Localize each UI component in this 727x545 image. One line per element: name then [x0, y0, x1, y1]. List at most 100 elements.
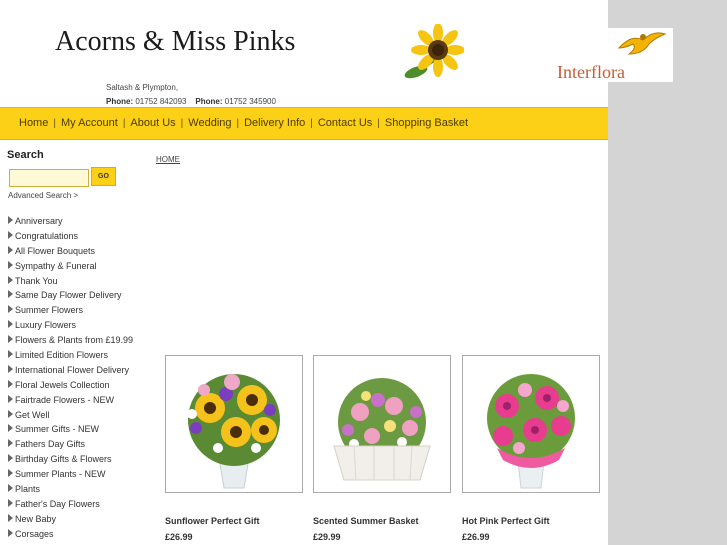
- arrow-right-icon: [8, 335, 13, 344]
- product-name[interactable]: Sunflower Perfect Gift: [165, 516, 303, 526]
- category-item[interactable]: Thank You: [8, 274, 133, 289]
- category-label: Thank You: [15, 275, 58, 286]
- category-label: Same Day Flower Delivery: [15, 290, 122, 301]
- category-item[interactable]: Same Day Flower Delivery: [8, 288, 133, 303]
- nav-separator: |: [180, 118, 184, 129]
- category-label: Birthday Gifts & Flowers: [15, 454, 112, 465]
- arrow-right-icon: [8, 305, 13, 314]
- category-item[interactable]: Anniversary: [8, 214, 133, 229]
- phone-label-2: Phone:: [195, 97, 223, 106]
- nav-contact-us[interactable]: Contact Us: [318, 117, 372, 129]
- category-label: Father's Day Flowers: [15, 498, 100, 509]
- category-label: Summer Flowers: [15, 305, 84, 316]
- product-image[interactable]: [462, 355, 600, 493]
- nav-about-us[interactable]: About Us: [130, 117, 175, 129]
- arrow-right-icon: [8, 409, 13, 418]
- nav-my-account[interactable]: My Account: [61, 117, 118, 129]
- category-item[interactable]: Get Well: [8, 408, 133, 423]
- product-image[interactable]: [313, 355, 451, 493]
- category-item[interactable]: Corsages: [8, 527, 133, 542]
- category-item[interactable]: Summer Flowers: [8, 303, 133, 318]
- nav-separator: |: [236, 118, 240, 129]
- category-item[interactable]: Flowers & Plants from £19.99: [8, 333, 133, 348]
- product-card: Scented Summer Basket £29.99: [313, 355, 451, 542]
- contact-info: Saltash & Plympton, Phone: 01752 842093 …: [106, 81, 276, 109]
- arrow-right-icon: [8, 245, 13, 254]
- arrow-right-icon: [8, 498, 13, 507]
- advanced-search-link[interactable]: Advanced Search >: [8, 191, 78, 200]
- category-item[interactable]: Summer Plants - NEW: [8, 467, 133, 482]
- breadcrumb-home[interactable]: HOME: [156, 155, 180, 164]
- category-item[interactable]: Floral Jewels Collection: [8, 378, 133, 393]
- sunflower-bouquet-image: [166, 356, 302, 492]
- nav-separator: |: [53, 118, 56, 129]
- category-label: Get Well: [15, 409, 50, 420]
- arrow-right-icon: [8, 364, 13, 373]
- category-item[interactable]: Father's Day Flowers: [8, 497, 133, 512]
- arrow-right-icon: [8, 528, 13, 537]
- category-item[interactable]: International Flower Delivery: [8, 363, 133, 378]
- arrow-right-icon: [8, 469, 13, 478]
- search-input[interactable]: [9, 169, 89, 187]
- category-item[interactable]: Fairtrade Flowers - NEW: [8, 393, 133, 408]
- product-price: £26.99: [165, 532, 193, 542]
- category-item[interactable]: All Flower Bouquets: [8, 244, 133, 259]
- interflora-logo[interactable]: Interflora: [555, 28, 673, 82]
- category-item[interactable]: Summer Gifts - NEW: [8, 422, 133, 437]
- phone-label-1: Phone:: [106, 97, 134, 106]
- category-label: Anniversary: [15, 216, 63, 226]
- search-heading: Search: [7, 149, 44, 161]
- category-label: Summer Plants - NEW: [15, 469, 106, 480]
- product-card: Hot Pink Perfect Gift £26.99: [462, 355, 600, 542]
- category-label: Flowers & Plants from £19.99: [15, 335, 134, 346]
- category-item[interactable]: Luxury Flowers: [8, 318, 133, 333]
- category-item[interactable]: Birthday Gifts & Flowers: [8, 452, 133, 467]
- arrow-right-icon: [8, 275, 13, 284]
- locations-text: Saltash & Plympton,: [106, 83, 179, 92]
- category-item[interactable]: Plants: [8, 482, 133, 497]
- category-item[interactable]: Congratulations: [8, 229, 133, 244]
- category-label: Congratulations: [15, 230, 79, 241]
- arrow-right-icon: [8, 230, 13, 239]
- product-image[interactable]: [165, 355, 303, 493]
- search-go-button[interactable]: GO: [91, 167, 116, 186]
- main-nav: Home | My Account | About Us | Wedding | Deliver…: [0, 107, 608, 140]
- category-item[interactable]: Limited Edition Flowers: [8, 348, 133, 363]
- arrow-right-icon: [8, 260, 13, 269]
- category-label: Floral Jewels Collection: [15, 379, 110, 390]
- category-item[interactable]: Fathers Day Gifts: [8, 437, 133, 452]
- product-price: £29.99: [313, 532, 341, 542]
- nav-shopping-basket[interactable]: Shopping Basket: [385, 117, 468, 129]
- nav-separator: |: [377, 118, 380, 129]
- arrow-right-icon: [8, 484, 13, 493]
- category-list: Anniversary Congratulations All Flower B…: [8, 214, 133, 542]
- category-label: Sympathy & Funeral: [15, 260, 97, 271]
- summer-basket-image: [314, 356, 450, 492]
- category-label: Limited Edition Flowers: [15, 350, 109, 361]
- arrow-right-icon: [8, 394, 13, 403]
- phone-number-1: 01752 842093: [135, 97, 187, 106]
- nav-wedding[interactable]: Wedding: [188, 117, 231, 129]
- category-item[interactable]: Sympathy & Funeral: [8, 259, 133, 274]
- category-label: Plants: [15, 484, 41, 495]
- nav-home[interactable]: Home: [19, 117, 48, 129]
- category-label: New Baby: [15, 513, 57, 524]
- shop-title[interactable]: Acorns & Miss Pinks: [55, 26, 295, 58]
- nav-delivery-info[interactable]: Delivery Info: [244, 117, 305, 129]
- category-label: Fairtrade Flowers - NEW: [15, 394, 115, 405]
- product-name[interactable]: Hot Pink Perfect Gift: [462, 516, 600, 526]
- mercury-icon: [617, 32, 667, 55]
- product-name[interactable]: Scented Summer Basket: [313, 516, 451, 526]
- category-label: Summer Gifts - NEW: [15, 424, 100, 435]
- arrow-right-icon: [8, 424, 13, 433]
- arrow-right-icon: [8, 216, 13, 224]
- category-label: International Flower Delivery: [15, 364, 130, 375]
- nav-separator: |: [122, 118, 126, 129]
- category-label: Luxury Flowers: [15, 320, 77, 331]
- arrow-right-icon: [8, 439, 13, 448]
- site-header: Acorns & Miss Pinks Interflora Saltash &…: [0, 0, 673, 109]
- nav-separator: |: [310, 118, 313, 129]
- arrow-right-icon: [8, 379, 13, 388]
- category-label: All Flower Bouquets: [15, 245, 96, 256]
- category-item[interactable]: New Baby: [8, 512, 133, 527]
